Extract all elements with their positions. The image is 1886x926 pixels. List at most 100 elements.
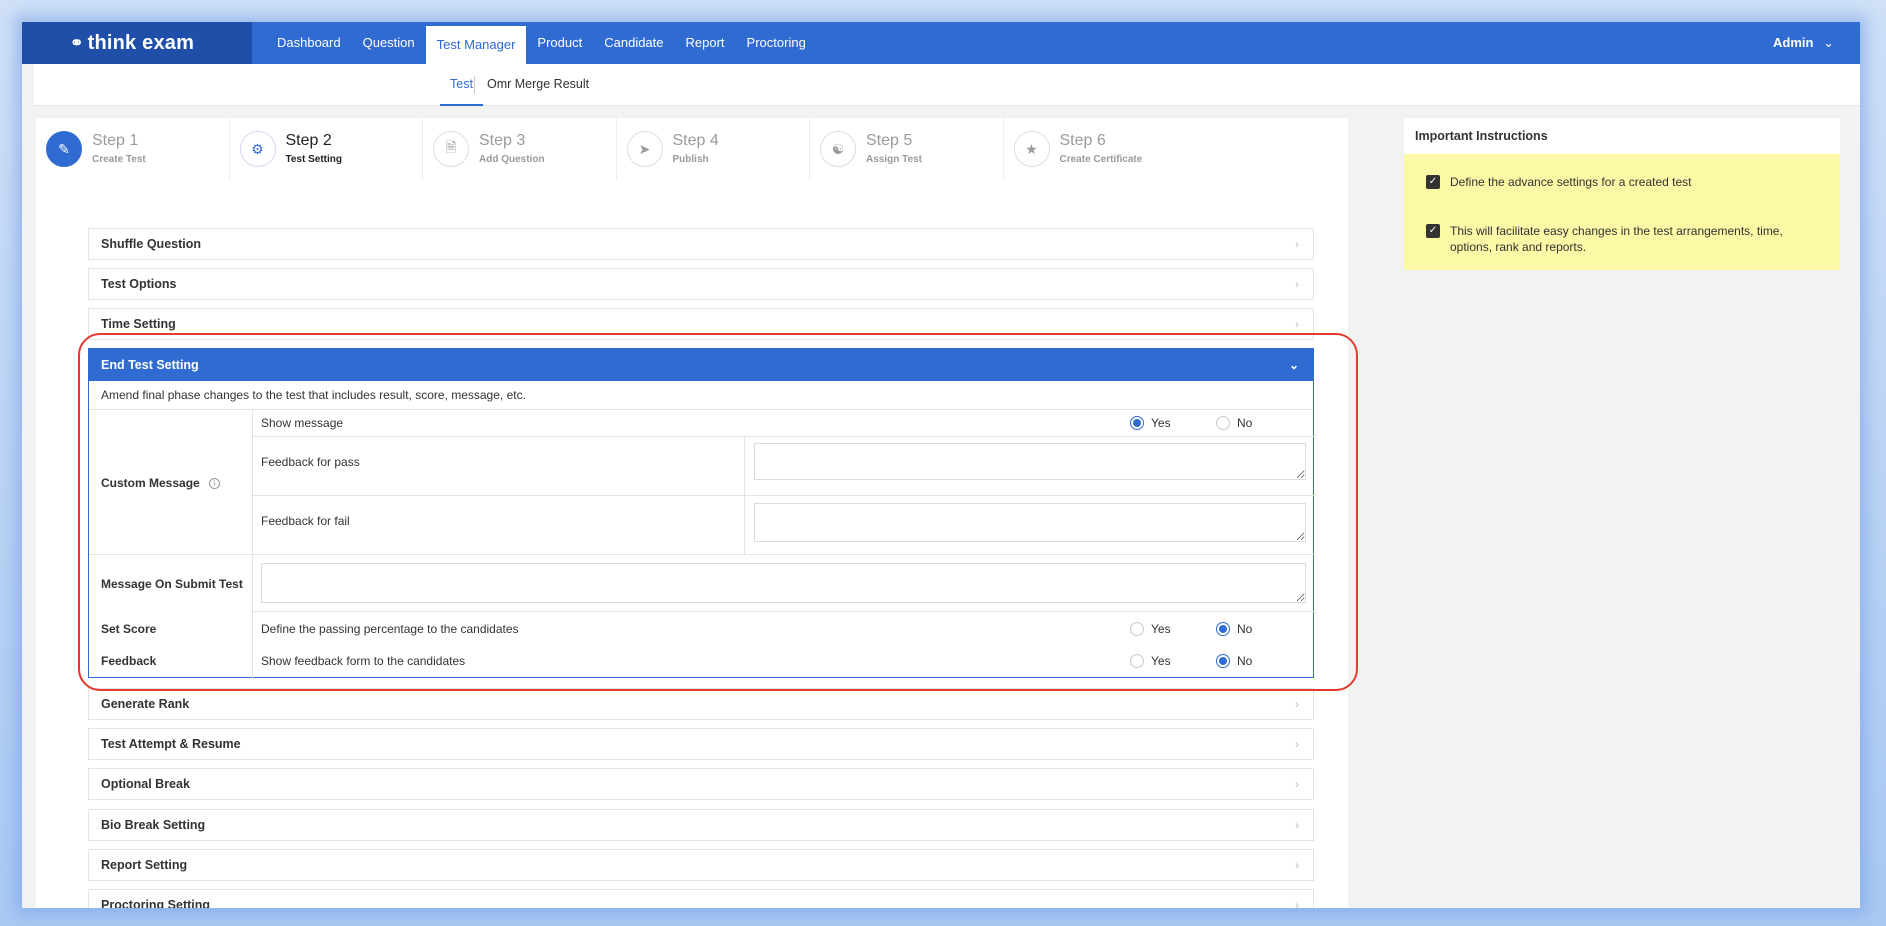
step-number: Step 1 — [92, 132, 139, 149]
nav-report[interactable]: Report — [675, 22, 736, 64]
rocket-icon: ➤ — [626, 131, 663, 167]
feedback-pass-textarea[interactable] — [754, 443, 1306, 480]
accordion-proctoring-setting[interactable]: Proctoring Setting › — [88, 889, 1314, 908]
nav-proctoring[interactable]: Proctoring — [736, 22, 817, 64]
sub-navbar: Test Omr Merge Result — [34, 64, 1860, 106]
radio-label-no: No — [1237, 622, 1253, 636]
instruction-item: Define the advance settings for a create… — [1450, 175, 1692, 189]
accordion-end-test-setting[interactable]: End Test Setting ⌄ — [89, 349, 1313, 381]
step-1[interactable]: ✎ Step 1 Create Test — [36, 118, 230, 180]
row-divider — [253, 495, 1314, 496]
info-icon[interactable]: i — [209, 478, 221, 490]
feedback-label: Feedback — [101, 654, 157, 668]
nav-dashboard[interactable]: Dashboard — [266, 22, 352, 64]
step-label: Publish — [672, 154, 709, 165]
row-divider — [89, 554, 1314, 555]
instructions-body: ✓ Define the advance settings for a crea… — [1404, 154, 1840, 270]
feedback-no-radio[interactable] — [1216, 654, 1230, 668]
feedback-description: Show feedback form to the candidates — [261, 654, 466, 668]
logo[interactable]: ⚭ think exam — [22, 22, 252, 64]
step-label: Assign Test — [866, 154, 922, 165]
accordion-title: Test Options — [101, 277, 177, 291]
accordion-optional-break[interactable]: Optional Break › — [88, 768, 1314, 800]
radio-label-no: No — [1237, 654, 1253, 668]
accordion-title: Generate Rank — [101, 697, 190, 711]
chevron-right-icon: › — [1295, 237, 1299, 251]
row-divider — [253, 436, 1314, 437]
user-menu[interactable]: Admin ⌄ — [1773, 22, 1834, 64]
step-number: Step 6 — [1059, 132, 1106, 149]
important-instructions: Important Instructions ✓ Define the adva… — [1404, 118, 1840, 270]
pencil-icon: ✎ — [46, 131, 82, 167]
chevron-right-icon: › — [1295, 858, 1299, 872]
chevron-right-icon: › — [1295, 818, 1299, 832]
accordion-title: Proctoring Setting — [101, 898, 211, 908]
accordion-title: Bio Break Setting — [101, 818, 206, 832]
chevron-right-icon: › — [1295, 277, 1299, 291]
user-name: Admin — [1773, 35, 1814, 50]
custom-message-label: Custom Message i — [89, 476, 221, 490]
users-icon: ☯ — [820, 131, 856, 167]
set-score-no-radio[interactable] — [1216, 622, 1230, 636]
tab-divider — [474, 76, 475, 94]
chevron-right-icon: › — [1295, 317, 1299, 331]
tab-omr-merge-result[interactable]: Omr Merge Result — [487, 64, 589, 104]
document-icon: 🗎 — [433, 131, 469, 167]
tab-test[interactable]: Test — [440, 64, 483, 106]
accordion-title: End Test Setting — [101, 358, 199, 372]
feedback-pass-label: Feedback for pass — [261, 455, 360, 469]
show-message-label: Show message — [261, 416, 344, 430]
step-3[interactable]: 🗎 Step 3 Add Question — [423, 118, 617, 180]
set-score-description: Define the passing percentage to the can… — [261, 622, 519, 636]
message-on-submit-textarea[interactable] — [261, 563, 1306, 603]
accordion-bio-break-setting[interactable]: Bio Break Setting › — [88, 809, 1314, 841]
end-test-setting-section: End Test Setting ⌄ Amend final phase cha… — [88, 348, 1314, 678]
logo-mark-icon: ⚭ — [70, 35, 84, 52]
settings-panel: Shuffle Question › Test Options › Time S… — [36, 180, 1348, 908]
step-6[interactable]: ★ Step 6 Create Certificate — [1004, 118, 1198, 180]
radio-label-yes: Yes — [1151, 416, 1171, 430]
nav-product[interactable]: Product — [526, 22, 593, 64]
gear-icon: ⚙ — [239, 131, 276, 167]
main-nav: Dashboard Question Test Manager Product … — [266, 22, 817, 64]
chevron-down-icon: ⌄ — [1288, 358, 1299, 372]
step-number: Step 3 — [479, 132, 526, 149]
top-navbar: ⚭ think exam Dashboard Question Test Man… — [22, 22, 1860, 64]
radio-label-yes: Yes — [1151, 654, 1171, 668]
accordion-generate-rank[interactable]: Generate Rank › — [88, 688, 1314, 720]
nav-question[interactable]: Question — [352, 22, 426, 64]
step-number: Step 5 — [866, 132, 913, 149]
accordion-test-attempt-resume[interactable]: Test Attempt & Resume › — [88, 728, 1314, 760]
feedback-yes-radio[interactable] — [1130, 654, 1144, 668]
instructions-title: Important Instructions — [1404, 118, 1840, 154]
accordion-time-setting[interactable]: Time Setting › — [88, 308, 1314, 340]
accordion-title: Test Attempt & Resume — [101, 737, 241, 751]
accordion-shuffle-question[interactable]: Shuffle Question › — [88, 228, 1314, 260]
accordion-title: Report Setting — [101, 858, 188, 872]
app-window: ⚭ think exam Dashboard Question Test Man… — [22, 22, 1860, 908]
nav-candidate[interactable]: Candidate — [593, 22, 674, 64]
feedback-fail-label: Feedback for fail — [261, 514, 350, 528]
step-5[interactable]: ☯ Step 5 Assign Test — [810, 118, 1004, 180]
accordion-test-options[interactable]: Test Options › — [88, 268, 1314, 300]
star-icon: ★ — [1013, 131, 1050, 167]
step-label: Add Question — [479, 154, 545, 165]
chevron-right-icon: › — [1295, 898, 1299, 908]
accordion-title: Time Setting — [101, 317, 176, 331]
feedback-fail-textarea[interactable] — [754, 503, 1306, 542]
step-number: Step 2 — [285, 132, 332, 149]
accordion-report-setting[interactable]: Report Setting › — [88, 849, 1314, 881]
step-2[interactable]: ⚙ Step 2 Test Setting — [230, 118, 423, 180]
row-divider — [253, 611, 1314, 612]
set-score-yes-radio[interactable] — [1130, 622, 1144, 636]
instruction-item: This will facilitate easy changes in the… — [1450, 224, 1783, 254]
chevron-down-icon: ⌄ — [1823, 35, 1834, 50]
step-4[interactable]: ➤ Step 4 Publish — [617, 118, 810, 180]
show-message-yes-radio[interactable] — [1130, 416, 1144, 430]
radio-label-yes: Yes — [1151, 622, 1171, 636]
checkbox-checked-icon: ✓ — [1426, 224, 1440, 238]
radio-label-no: No — [1237, 416, 1253, 430]
nav-test-manager[interactable]: Test Manager — [425, 26, 527, 64]
show-message-no-radio[interactable] — [1216, 416, 1230, 430]
custom-message-text: Custom Message — [101, 476, 200, 490]
